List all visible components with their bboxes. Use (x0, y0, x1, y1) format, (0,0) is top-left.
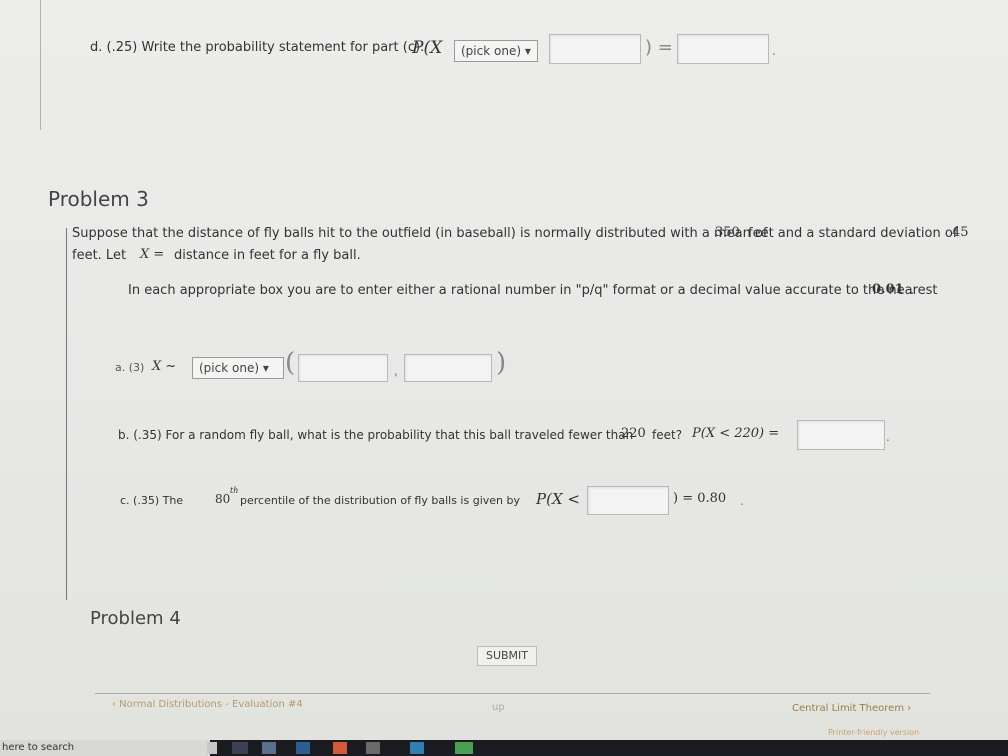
part-a-close-paren: ) (496, 348, 507, 378)
sd-value: 45 (952, 225, 969, 240)
part-a-dist: X ~ (152, 359, 177, 374)
statement-2: feet and a standard deviation of (748, 226, 958, 241)
part-d-input-1[interactable] (549, 34, 641, 64)
taskbar-sheet-icon[interactable] (455, 742, 473, 754)
statement-3a: feet. Let (72, 248, 127, 263)
part-b-period: . (886, 430, 890, 444)
taskbar-store-icon[interactable] (296, 742, 310, 754)
next-page-link[interactable]: Central Limit Theorem › (792, 703, 911, 714)
part-a-sd-input[interactable] (404, 354, 492, 382)
part-d-prefix: P(X (412, 38, 443, 58)
part-a-mean-input[interactable] (298, 354, 388, 382)
part-a-label: a. (3) (115, 361, 145, 374)
up-link[interactable]: up (492, 702, 505, 713)
taskbar-window-icon[interactable] (232, 742, 248, 754)
prev-page-link[interactable]: ‹ Normal Distributions - Evaluation #4 (112, 699, 303, 710)
statement-1: Suppose that the distance of fly balls h… (72, 226, 768, 241)
nav-divider (95, 693, 930, 694)
part-c-input[interactable] (587, 486, 669, 515)
taskbar-office-icon[interactable] (333, 742, 347, 754)
part-d-period: . (772, 44, 776, 58)
part-a-open-paren: ( (285, 348, 296, 378)
part-b-unit: feet? (652, 428, 683, 442)
submit-button[interactable]: SUBMIT (477, 646, 537, 666)
taskbar-search-text: here to search (2, 742, 75, 753)
part-c-sup: th (230, 486, 239, 495)
part-c-result: ) = 0.80 (673, 491, 727, 506)
page: d. (.25) Write the probability statement… (0, 0, 1008, 740)
part-b-input[interactable] (797, 420, 885, 450)
variable-x: X = (140, 247, 165, 262)
problem-4-title: Problem 4 (90, 608, 181, 629)
taskbar-folder-icon[interactable] (262, 742, 276, 754)
instruction: In each appropriate box you are to enter… (128, 283, 938, 298)
part-c-expr: P(X < (536, 490, 580, 508)
instruction-end: . (910, 283, 915, 298)
problem-3-title: Problem 3 (48, 187, 149, 211)
part-d-label: d. (.25) Write the probability statement… (90, 40, 425, 55)
mean-value: 350 (715, 225, 740, 240)
part-a-comma: , (394, 364, 398, 378)
taskbar-search[interactable]: here to search (0, 740, 210, 756)
taskbar-mail-icon[interactable] (366, 742, 380, 754)
part-d-input-2[interactable] (677, 34, 769, 64)
divider (40, 0, 41, 130)
part-b-value: 220 (621, 426, 646, 441)
part-b-label: b. (.35) For a random fly ball, what is … (118, 428, 634, 442)
part-c-label: c. (.35) The (120, 494, 184, 507)
part-b-expr: P(X < 220) = (692, 426, 780, 441)
part-c-percentile: 80 (215, 492, 231, 506)
part-c-label-2: percentile of the distribution of fly ba… (240, 494, 520, 507)
part-a-select[interactable]: (pick one) ▾ (192, 357, 284, 379)
taskbar-browser-icon[interactable] (410, 742, 424, 754)
part-c-period: . (740, 494, 744, 508)
part-d-select[interactable]: (pick one) ▾ (454, 40, 538, 62)
taskbar-app-icon[interactable] (207, 742, 217, 754)
printer-friendly-link[interactable]: Printer-friendly version (828, 728, 919, 737)
part-d-equals: ) = (645, 37, 673, 58)
statement-3b: distance in feet for a fly ball. (174, 248, 361, 263)
precision-value: 0.01 (872, 282, 904, 297)
section-divider (66, 228, 67, 600)
